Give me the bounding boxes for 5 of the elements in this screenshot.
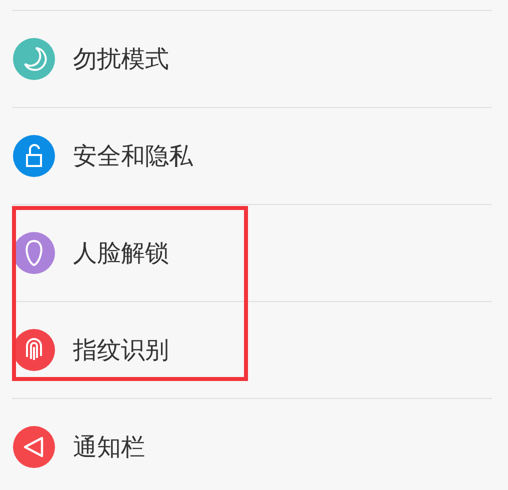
setting-label[interactable]: 勿扰模式 bbox=[73, 43, 169, 75]
setting-label[interactable]: 安全和隐私 bbox=[73, 140, 193, 172]
setting-label[interactable]: 指纹识别 bbox=[73, 334, 169, 366]
setting-label[interactable]: 通知栏 bbox=[73, 431, 145, 463]
setting-label[interactable]: 人脸解锁 bbox=[73, 237, 169, 269]
